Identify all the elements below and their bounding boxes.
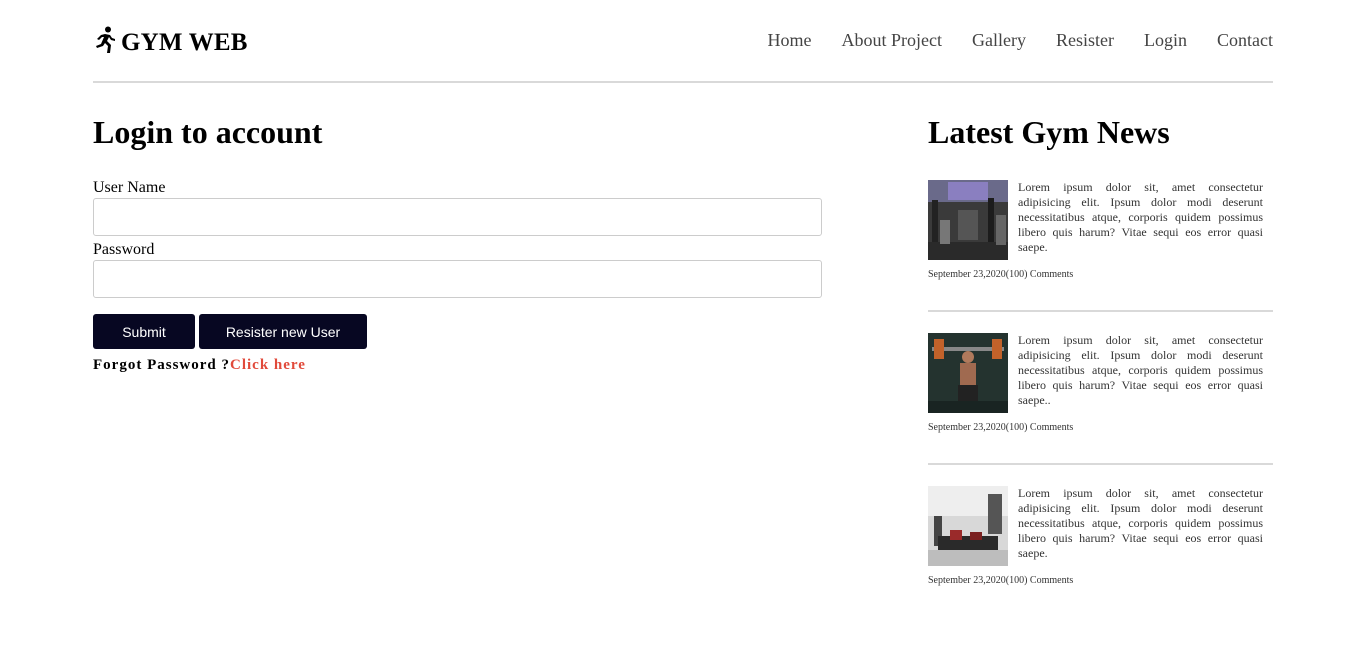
nav-home[interactable]: Home xyxy=(768,30,812,51)
main-nav: Home About Project Gallery Resister Logi… xyxy=(738,30,1273,51)
brand-logo[interactable]: GYM WEB xyxy=(93,26,248,59)
forgot-password-link[interactable]: Click here xyxy=(230,357,306,373)
news-excerpt: Lorem ipsum dolor sit, amet consectetur … xyxy=(1018,180,1263,254)
username-input[interactable] xyxy=(93,198,822,236)
news-item[interactable]: Lorem ipsum dolor sit, amet consectetur … xyxy=(928,180,1273,280)
header-divider xyxy=(93,81,1273,83)
login-section: Login to account User Name Password Subm… xyxy=(93,112,822,373)
forgot-password-row: Forgot Password ?Click here xyxy=(93,357,306,374)
password-label: Password xyxy=(93,241,155,258)
nav-about-project[interactable]: About Project xyxy=(842,30,943,51)
submit-button[interactable]: Submit xyxy=(93,314,195,349)
register-new-user-button[interactable]: Resister new User xyxy=(199,314,367,349)
running-person-icon xyxy=(93,26,117,59)
forgot-password-text: Forgot Password ? xyxy=(93,357,230,373)
news-section: Latest Gym News Lorem ipsum dolor sit, a… xyxy=(928,112,1273,586)
news-thumbnail-gym-interior xyxy=(928,180,1008,260)
password-input[interactable] xyxy=(93,260,822,298)
news-thumbnail-weightlifter xyxy=(928,333,1008,413)
news-title: Latest Gym News xyxy=(928,114,1170,150)
news-item[interactable]: Lorem ipsum dolor sit, amet consectetur … xyxy=(928,486,1273,586)
news-meta: September 23,2020(100) Comments xyxy=(928,269,1074,280)
brand-name: GYM WEB xyxy=(121,28,248,56)
nav-resister[interactable]: Resister xyxy=(1056,30,1114,51)
nav-login[interactable]: Login xyxy=(1144,30,1187,51)
news-excerpt: Lorem ipsum dolor sit, amet consectetur … xyxy=(1018,333,1263,407)
login-title: Login to account xyxy=(93,114,323,150)
news-thumbnail-gym-floor xyxy=(928,486,1008,566)
news-meta: September 23,2020(100) Comments xyxy=(928,422,1074,433)
news-divider xyxy=(928,310,1273,312)
news-item[interactable]: Lorem ipsum dolor sit, amet consectetur … xyxy=(928,333,1273,433)
username-label: User Name xyxy=(93,179,166,196)
news-excerpt: Lorem ipsum dolor sit, amet consectetur … xyxy=(1018,486,1263,560)
news-meta: September 23,2020(100) Comments xyxy=(928,575,1074,586)
site-header: GYM WEB Home About Project Gallery Resis… xyxy=(93,22,1273,60)
news-divider xyxy=(928,463,1273,465)
nav-gallery[interactable]: Gallery xyxy=(972,30,1026,51)
nav-contact[interactable]: Contact xyxy=(1217,30,1273,51)
